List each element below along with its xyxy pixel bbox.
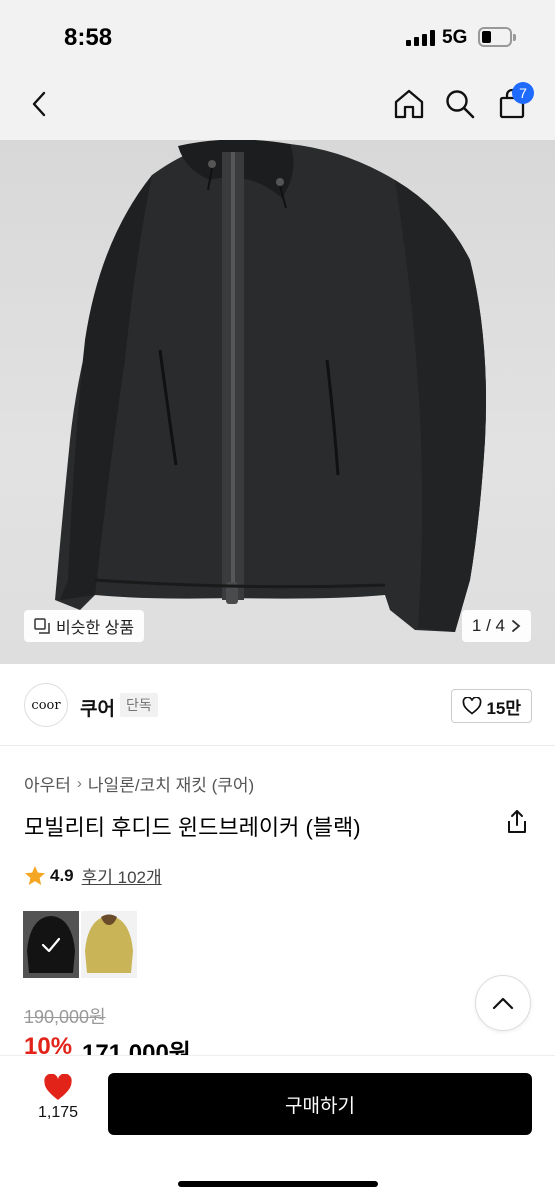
swatch-yellow[interactable]: [81, 911, 137, 978]
nav-bar: 7: [0, 72, 555, 140]
image-pager[interactable]: 1 / 4: [461, 610, 531, 642]
status-bar: 8:58 5G: [0, 0, 555, 72]
copy-icon: [34, 618, 50, 634]
status-time: 8:58: [64, 24, 113, 51]
wishlist-count: 1,175: [37, 1104, 79, 1121]
signal-icon: [406, 30, 436, 46]
price-row: 10% 171,000원: [24, 1033, 191, 1055]
yellow-jacket-thumbnail: [85, 914, 133, 973]
breadcrumb-item[interactable]: 아우터: [24, 771, 71, 796]
wishlist-button[interactable]: 1,175: [30, 1074, 86, 1134]
review-link[interactable]: 후기 102개: [82, 863, 162, 888]
product-image[interactable]: 비슷한 상품 1 / 4: [0, 140, 555, 664]
brand-name[interactable]: 쿠어: [80, 694, 115, 721]
selected-check-icon: [23, 911, 79, 978]
bottom-action-bar: 1,175 구매하기: [0, 1055, 555, 1200]
similar-products-label: 비슷한 상품: [56, 620, 135, 637]
search-icon: [446, 90, 475, 119]
brand-like-button[interactable]: 15만: [451, 689, 532, 723]
jacket-image: [55, 140, 486, 633]
share-button[interactable]: [503, 808, 531, 836]
exclusive-badge: 단독: [120, 693, 158, 717]
swatch-black[interactable]: [23, 911, 79, 978]
product-title: 모빌리티 후디드 윈드브레이커 (블랙): [24, 815, 361, 840]
chevron-left-icon: [32, 91, 46, 117]
brand-logo[interactable]: coor: [24, 683, 68, 727]
brand-row: coor 쿠어 단독 15만: [0, 664, 555, 746]
breadcrumb: 아우터 › 나일론/코치 재킷 (쿠어): [24, 771, 254, 796]
home-indicator: [178, 1181, 378, 1187]
similar-products-button[interactable]: 비슷한 상품: [24, 610, 145, 642]
cart-badge: 7: [512, 82, 534, 104]
chevron-right-icon: ›: [76, 775, 82, 792]
rating-row: 4.9 후기 102개: [24, 863, 162, 888]
breadcrumb-item[interactable]: 나일론/코치 재킷 (쿠어): [88, 771, 254, 796]
cart-button[interactable]: 7: [492, 82, 534, 124]
share-icon: [508, 810, 526, 833]
buy-button[interactable]: 구매하기: [108, 1073, 532, 1135]
chevron-up-icon: [492, 997, 514, 1010]
network-label: 5G: [442, 27, 468, 48]
rating-value: 4.9: [50, 865, 74, 885]
scroll-to-top-button[interactable]: [475, 975, 531, 1031]
home-button[interactable]: [389, 84, 429, 124]
home-icon: [394, 89, 424, 119]
chevron-right-icon: [512, 620, 521, 632]
brand-like-count: 15만: [486, 698, 521, 718]
heart-outline-icon: [463, 697, 482, 715]
brand-logo-text: coor: [31, 697, 61, 713]
battery-icon: [478, 27, 516, 47]
color-swatches: [23, 911, 137, 978]
back-button[interactable]: [20, 84, 60, 124]
pager-text: 1 / 4: [471, 616, 505, 635]
original-price: 190,000원: [24, 1007, 106, 1027]
search-button[interactable]: [440, 84, 480, 124]
heart-filled-icon: [44, 1074, 72, 1100]
star-icon: [25, 865, 45, 885]
sale-price: 171,000원: [82, 1040, 191, 1055]
discount-rate: 10%: [24, 1033, 73, 1055]
